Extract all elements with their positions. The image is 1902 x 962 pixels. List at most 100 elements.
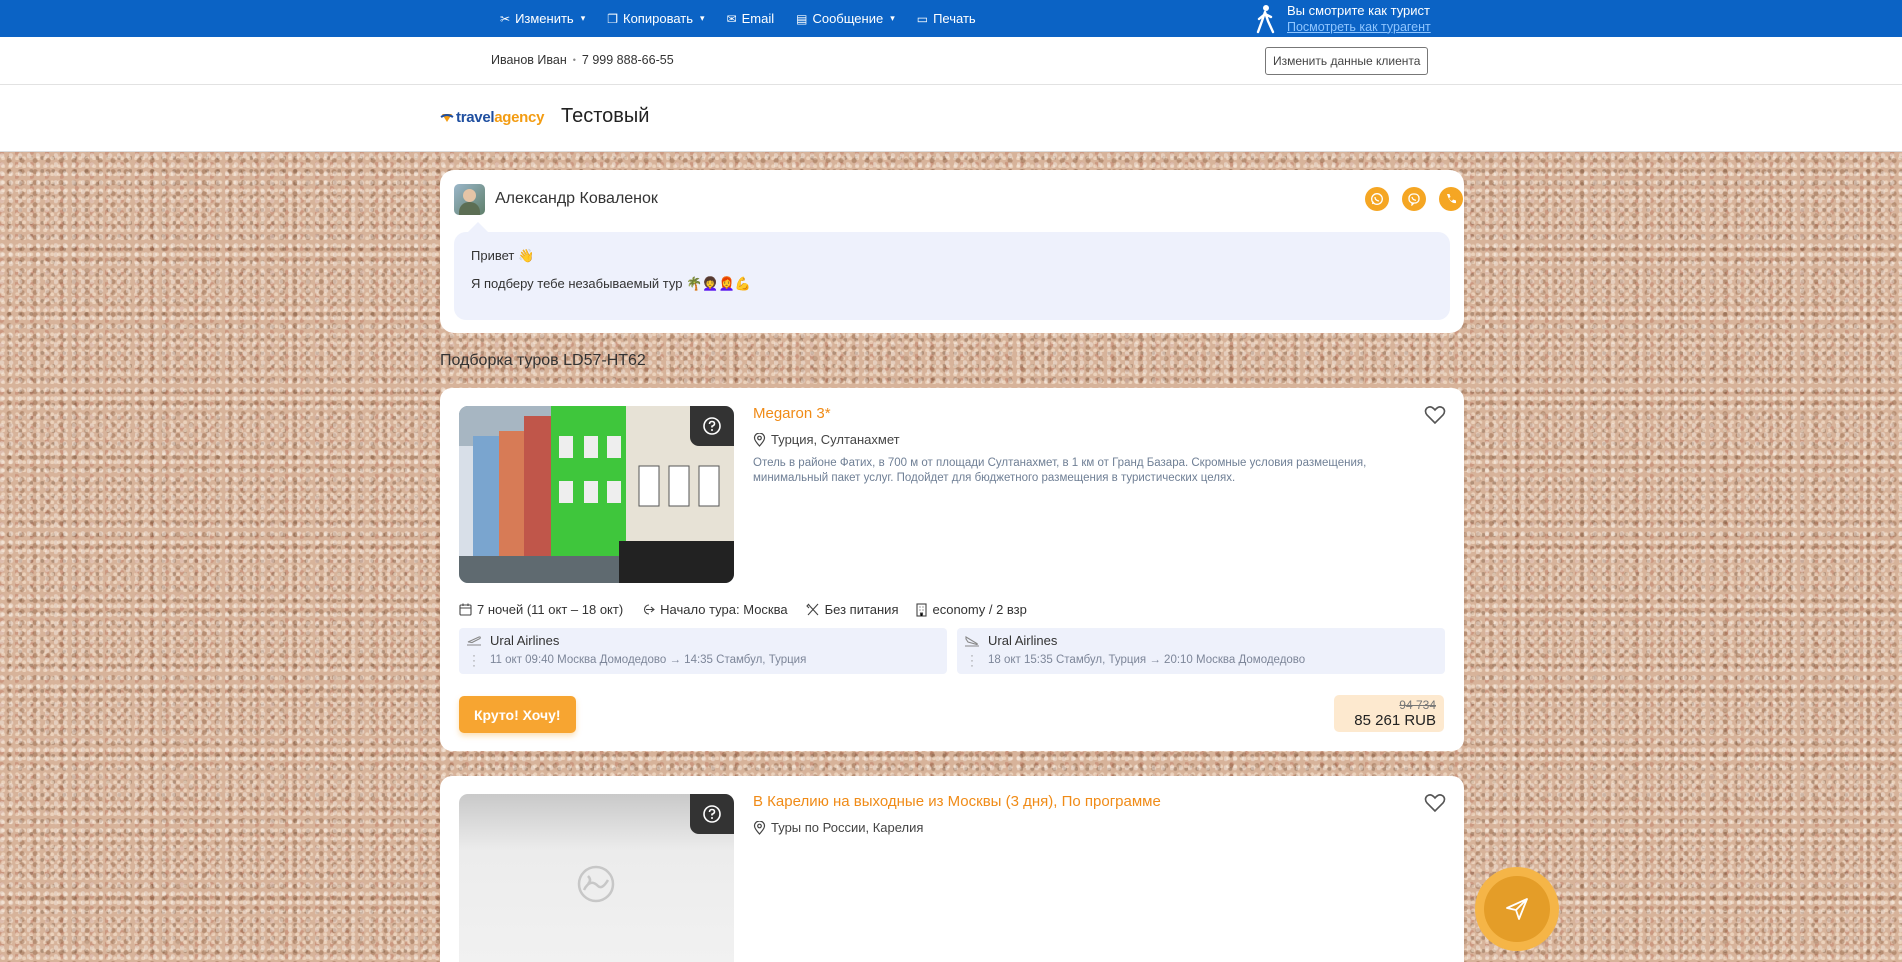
help-button[interactable] (690, 406, 734, 446)
walking-person-icon (1256, 4, 1275, 33)
client-info: Иванов Иван • 7 999 888-66-55 (491, 53, 674, 67)
view-mode: Вы смотрите как турист Посмотреть как ту… (1253, 2, 1431, 35)
viber-icon (1408, 193, 1420, 206)
price: 85 261 RUB (1354, 712, 1436, 729)
outbound-airline: Ural Airlines (490, 633, 560, 648)
heart-icon[interactable] (1424, 793, 1446, 813)
client-phone: 7 999 888-66-55 (581, 53, 674, 67)
call-button[interactable] (1439, 187, 1463, 211)
building-icon (916, 602, 928, 617)
tour-location: Туры по России, Карелия (753, 820, 923, 835)
vertical-dots-icon: · · · (472, 648, 476, 672)
return-route: 18 окт 15:35 Стамбул, Турция → 20:10 Мос… (988, 654, 1306, 666)
tour-card: В Карелию на выходные из Москвы (3 дня),… (440, 776, 1464, 962)
selection-title: Подборка туров LD57-HT62 (440, 352, 646, 369)
agent-contacts (1365, 187, 1463, 211)
outbound-flight: Ural Airlines · · · 11 окт 09:40 Москва До… (459, 628, 947, 674)
price-box: 94 734 85 261 RUB (1334, 695, 1444, 732)
hotel-description: Отель в районе Фатих, в 700 м от площади… (753, 457, 1367, 484)
outbound-route: 11 окт 09:40 Москва Домодедово → 14:35 С… (490, 654, 807, 666)
agent-message: Привет 👋 Я подберу тебе незабываемый тур… (454, 222, 1450, 320)
hotel-photo[interactable] (459, 406, 734, 583)
send-request-button[interactable] (1475, 867, 1559, 951)
print-icon: ▭ (916, 11, 929, 26)
start-fact: Начало тура: Москва (641, 602, 788, 617)
agency-logo[interactable]: travel agency (440, 109, 544, 126)
agent-card: Александр Коваленок Привет 👋 Я подберу т… (440, 170, 1464, 333)
map-pin-icon (753, 432, 766, 447)
edit-menu-label: Изменить (515, 11, 574, 26)
heart-icon[interactable] (1424, 405, 1446, 425)
client-bar: Иванов Иван • 7 999 888-66-55 Изменить д… (0, 37, 1902, 85)
whatsapp-icon (1371, 193, 1383, 205)
toolbar-menu: ✂ Изменить ▾ ❐ Копировать ▾ ✉ Email ▤ Со… (500, 0, 976, 37)
separator-dot: • (572, 55, 576, 65)
whatsapp-button[interactable] (1365, 187, 1389, 211)
tour-facts: 7 ночей (11 окт – 18 окт) Начало тура: М… (459, 602, 1027, 617)
top-toolbar: ✂ Изменить ▾ ❐ Копировать ▾ ✉ Email ▤ Со… (0, 0, 1902, 37)
hotel-location: Турция, Султанахмет (753, 432, 900, 447)
message-text: Я подберу тебе незабываемый тур 🌴👩‍🦱👩‍🦰💪 (471, 276, 751, 291)
send-button-inner (1484, 876, 1550, 942)
message-menu[interactable]: ▤ Сообщение ▾ (796, 11, 895, 26)
room-text: economy / 2 взр (932, 602, 1027, 617)
phone-icon (1447, 194, 1456, 204)
view-as-agent-link[interactable]: Посмотреть как турагент (1287, 20, 1431, 34)
image-placeholder-icon (577, 865, 615, 903)
question-circle-icon (703, 417, 721, 435)
plane-landing-icon (965, 636, 979, 647)
tools-icon: ✂ (500, 11, 511, 26)
viber-button[interactable] (1402, 187, 1426, 211)
hotel-name[interactable]: Megaron 3* (753, 405, 831, 422)
room-fact: economy / 2 взр (916, 602, 1027, 617)
tour-name[interactable]: В Карелию на выходные из Москвы (3 дня),… (753, 793, 1161, 810)
copy-menu[interactable]: ❐ Копировать ▾ (607, 11, 704, 26)
vertical-dots-icon: · · · (970, 648, 974, 672)
cutlery-icon (805, 603, 819, 616)
print-button[interactable]: ▭ Печать (917, 11, 976, 26)
tour-photo-placeholder[interactable] (459, 794, 734, 962)
agent-name: Александр Коваленок (495, 190, 658, 207)
tour-card: Megaron 3* Турция, Султанахмет Отель в р… (440, 388, 1464, 751)
client-name: Иванов Иван (491, 53, 567, 67)
copy-icon: ❐ (607, 11, 618, 26)
envelope-icon: ✉ (726, 11, 737, 26)
message-menu-label: Сообщение (812, 11, 884, 26)
copy-menu-label: Копировать (623, 11, 693, 26)
return-airline: Ural Airlines (988, 633, 1058, 648)
old-price: 94 734 (1399, 698, 1436, 712)
chevron-down-icon: ▾ (580, 13, 586, 23)
chevron-down-icon: ▾ (890, 13, 895, 23)
location-text: Турция, Султанахмет (771, 432, 900, 447)
paper-plane-icon (1506, 898, 1528, 920)
brand-bar: travel agency Тестовый (0, 85, 1902, 152)
sign-in-icon (644, 604, 656, 615)
question-circle-icon (703, 805, 721, 823)
meal-text: Без питания (824, 602, 899, 617)
return-flight: Ural Airlines · · · 18 окт 15:35 Стамбул, … (957, 628, 1445, 674)
greeting-text: Привет 👋 (471, 248, 535, 263)
email-label: Email (741, 11, 775, 26)
chevron-down-icon: ▾ (700, 13, 705, 23)
location-text: Туры по России, Карелия (771, 820, 924, 835)
message-icon: ▤ (796, 11, 808, 26)
calendar-icon (459, 603, 472, 616)
book-button[interactable]: Круто! Хочу! (459, 696, 576, 733)
nights-text: 7 ночей (11 окт – 18 окт) (477, 602, 624, 617)
flights: Ural Airlines · · · 11 окт 09:40 Москва До… (459, 628, 1445, 674)
logo-text-agency: agency (494, 109, 545, 126)
logo-mark-icon (440, 113, 454, 122)
agent-avatar (454, 184, 485, 215)
view-mode-text: Вы смотрите как турист (1287, 2, 1431, 18)
email-button[interactable]: ✉ Email (727, 11, 775, 26)
help-button[interactable] (690, 794, 734, 834)
map-pin-icon (753, 820, 766, 835)
print-label: Печать (933, 11, 976, 26)
meal-fact: Без питания (805, 602, 899, 617)
plane-takeoff-icon (467, 636, 481, 646)
logo-text-travel: travel (456, 109, 495, 126)
edit-client-button[interactable]: Изменить данные клиента (1265, 47, 1429, 75)
start-text: Начало тура: Москва (660, 602, 788, 617)
agency-title: Тестовый (561, 105, 650, 127)
edit-menu[interactable]: ✂ Изменить ▾ (500, 11, 585, 26)
